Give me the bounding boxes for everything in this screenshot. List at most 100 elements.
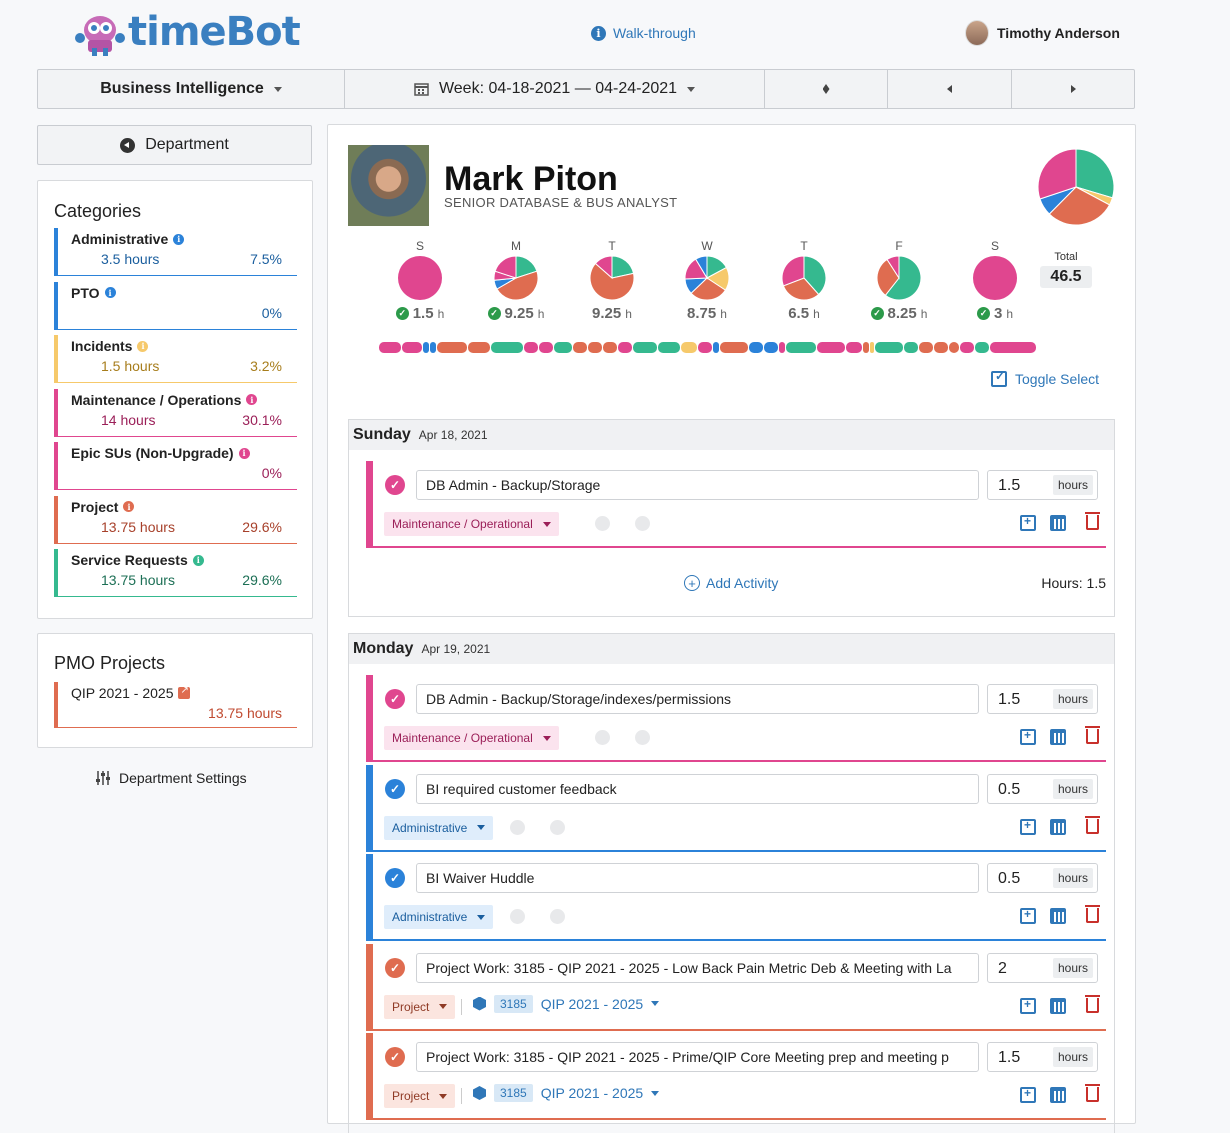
info-icon[interactable]: i <box>173 233 185 245</box>
add-activity-button[interactable]: + Add Activity <box>684 575 778 591</box>
department-back-button[interactable]: Department <box>37 125 312 165</box>
toggle-select-button[interactable]: ✓ Toggle Select <box>991 369 1099 387</box>
cube-icon[interactable] <box>635 516 650 531</box>
pmo-project-item[interactable]: QIP 2021 - 2025 ↗ 13.75 hours <box>54 682 297 728</box>
activity-description-input[interactable]: DB Admin - Backup/Storage <box>416 470 979 500</box>
timeline-segment[interactable] <box>573 342 587 353</box>
calendar-icon[interactable] <box>1050 729 1066 745</box>
add-to-calendar-icon[interactable] <box>1020 728 1036 745</box>
category-dropdown[interactable]: Maintenance / Operational <box>384 512 559 536</box>
category-dropdown[interactable]: Project <box>384 994 456 1019</box>
trash-icon[interactable] <box>1085 905 1100 923</box>
timeline-segment[interactable] <box>491 342 523 353</box>
timeline-segment[interactable] <box>603 342 617 353</box>
activity-hours-input[interactable]: 0.5 hours <box>987 773 1098 804</box>
activity-description-input[interactable]: DB Admin - Backup/Storage/indexes/permis… <box>416 684 979 714</box>
prev-week-button[interactable] <box>888 70 1012 108</box>
calendar-icon[interactable] <box>1050 515 1066 531</box>
activity-hours-input[interactable]: 1.5 hours <box>987 470 1098 500</box>
activity-hours-input[interactable]: 1.5 hours <box>987 1042 1098 1072</box>
timeline-segment[interactable] <box>698 342 712 353</box>
timeline-segment[interactable] <box>875 342 903 353</box>
check-badge-icon[interactable]: ✓ <box>385 475 405 495</box>
check-badge-icon[interactable]: ✓ <box>385 957 405 978</box>
timeline-segment[interactable] <box>870 342 874 353</box>
timeline-segment[interactable] <box>468 342 490 353</box>
category-dropdown[interactable]: Project <box>384 1084 456 1108</box>
timeline-segment[interactable] <box>904 342 918 353</box>
activity-description-input[interactable]: Project Work: 3185 - QIP 2021 - 2025 - P… <box>416 1042 979 1072</box>
day-summary-6[interactable]: S ✓ 3 h <box>965 239 1025 322</box>
day-summary-5[interactable]: F ✓ 8.25 h <box>869 239 929 322</box>
calendar-icon[interactable] <box>1050 908 1066 924</box>
timeline-segment[interactable] <box>681 342 697 353</box>
timebot-logo[interactable]: timeBot <box>74 8 301 56</box>
add-to-calendar-icon[interactable] <box>1020 907 1036 924</box>
timeline-segment[interactable] <box>423 342 429 353</box>
user-menu[interactable]: Timothy Anderson <box>965 20 1120 46</box>
globe-icon[interactable] <box>510 909 525 924</box>
category-dropdown[interactable]: Maintenance / Operational <box>384 726 559 750</box>
category-item[interactable]: Project i 13.75 hours 29.6% <box>54 495 297 544</box>
project-dropdown[interactable]: 3185 QIP 2021 - 2025 <box>473 994 660 1013</box>
timeline-segment[interactable] <box>539 342 553 353</box>
timeline-segment[interactable] <box>379 342 401 353</box>
day-summary-2[interactable]: T 9.25 h <box>582 239 642 322</box>
globe-icon[interactable] <box>595 516 610 531</box>
timeline-segment[interactable] <box>779 342 785 353</box>
check-badge-icon[interactable]: ✓ <box>385 778 405 799</box>
add-to-calendar-icon[interactable] <box>1020 997 1036 1014</box>
timeline-segment[interactable] <box>749 342 763 353</box>
category-dropdown[interactable]: Administrative <box>384 815 494 840</box>
globe-icon[interactable] <box>595 730 610 745</box>
calendar-icon[interactable] <box>1050 997 1066 1014</box>
timeline-segment[interactable] <box>817 342 845 353</box>
trash-icon[interactable] <box>1085 815 1100 834</box>
cube-icon[interactable] <box>550 909 565 924</box>
walkthrough-link[interactable]: i Walk-through <box>591 25 696 41</box>
activity-hours-input[interactable]: 2 hours <box>987 952 1098 983</box>
globe-icon[interactable] <box>510 819 525 835</box>
activity-description-input[interactable]: Project Work: 3185 - QIP 2021 - 2025 - L… <box>416 952 979 983</box>
timeline-segment[interactable] <box>764 342 778 353</box>
day-summary-1[interactable]: M ✓ 9.25 h <box>486 239 546 322</box>
activity-hours-input[interactable]: 1.5 hours <box>987 684 1098 714</box>
timeline-segment[interactable] <box>720 342 748 353</box>
timeline-segment[interactable] <box>588 342 602 353</box>
timeline-segment[interactable] <box>846 342 862 353</box>
day-summary-3[interactable]: W 8.75 h <box>677 239 737 322</box>
cube-icon[interactable] <box>550 819 565 835</box>
category-item[interactable]: Epic SUs (Non-Upgrade) i 0% <box>54 442 297 490</box>
timeline-segment[interactable] <box>949 342 959 353</box>
check-badge-icon[interactable]: ✓ <box>385 1047 405 1067</box>
next-week-button[interactable] <box>1012 70 1134 108</box>
timeline-segment[interactable] <box>554 342 572 353</box>
day-summary-0[interactable]: S ✓ 1.5 h <box>390 239 450 322</box>
calendar-icon[interactable] <box>1050 818 1066 835</box>
category-item[interactable]: Service Requests i 13.75 hours 29.6% <box>54 549 297 597</box>
department-settings-link[interactable]: Department Settings <box>95 770 247 786</box>
external-link-icon[interactable]: ↗ <box>178 685 191 699</box>
info-icon[interactable]: i <box>192 554 204 566</box>
timeline-segment[interactable] <box>618 342 632 353</box>
timeline-segment[interactable] <box>786 342 816 353</box>
timeline-segment[interactable] <box>633 342 657 353</box>
info-icon[interactable]: i <box>123 501 135 512</box>
add-to-calendar-icon[interactable] <box>1020 514 1036 531</box>
timeline-segment[interactable] <box>863 342 869 353</box>
activity-hours-input[interactable]: 0.5 hours <box>987 863 1098 893</box>
info-icon[interactable]: i <box>246 394 258 405</box>
check-badge-icon[interactable]: ✓ <box>385 689 405 709</box>
timeline-segment[interactable] <box>934 342 948 353</box>
timeline-segment[interactable] <box>658 342 680 353</box>
add-to-calendar-icon[interactable] <box>1020 1086 1036 1103</box>
department-select[interactable]: Business Intelligence <box>38 70 345 108</box>
timeline-segment[interactable] <box>524 342 538 353</box>
week-select[interactable]: Week: 04-18-2021 — 04-24-2021 <box>345 70 765 108</box>
info-icon[interactable]: i <box>137 340 149 352</box>
trash-icon[interactable] <box>1085 1084 1100 1102</box>
trash-icon[interactable] <box>1085 512 1100 530</box>
timeline-segment[interactable] <box>975 342 989 353</box>
add-to-calendar-icon[interactable] <box>1020 818 1036 835</box>
calendar-icon[interactable] <box>1050 1087 1066 1103</box>
